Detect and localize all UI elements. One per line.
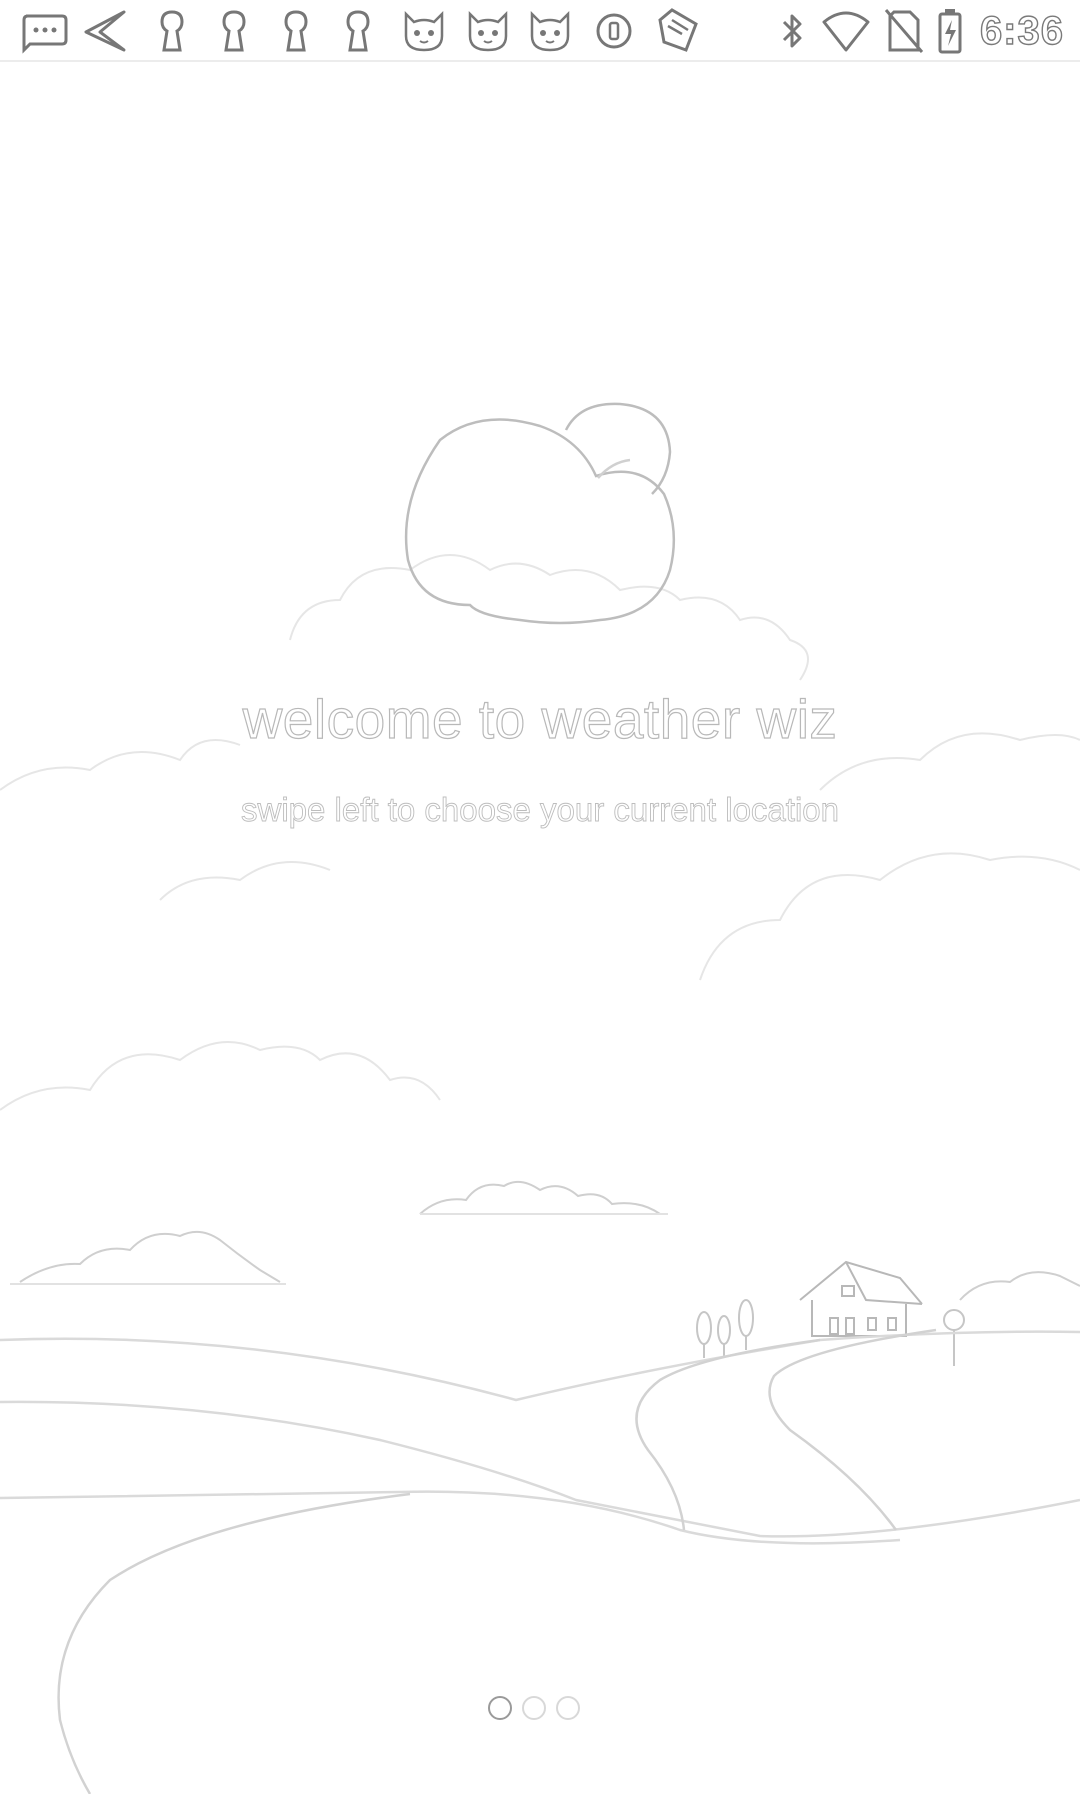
- cloud: [959, 1271, 1080, 1301]
- cat-face-icon: [398, 6, 450, 56]
- swipe-hint-subtitle: swipe left to choose your current locati…: [241, 791, 840, 829]
- background-cloud: [289, 554, 809, 681]
- status-bar-time: 6:36: [979, 8, 1064, 53]
- weather-cloud-sun-icon: [404, 402, 676, 625]
- page-dot[interactable]: [556, 1696, 580, 1720]
- circle-stop-icon: [588, 6, 640, 56]
- status-bar: 6:36: [0, 0, 1080, 62]
- keyhole-icon: [270, 6, 322, 56]
- background-cloud: [699, 852, 1080, 981]
- cloud: [419, 1180, 661, 1215]
- cloud: [19, 1230, 281, 1283]
- background-cloud: [159, 861, 331, 901]
- cat-face-icon: [462, 6, 514, 56]
- background-cloud: [0, 1041, 441, 1111]
- fav-badge-icon: [652, 6, 704, 56]
- welcome-title: welcome to weather wiz: [242, 687, 838, 750]
- wifi-icon: [820, 6, 872, 56]
- battery-charging-icon: [930, 6, 970, 56]
- page-dot-active[interactable]: [488, 1696, 512, 1720]
- keyhole-icon: [208, 6, 260, 56]
- keyhole-icon: [146, 6, 198, 56]
- no-sim-icon: [878, 6, 930, 56]
- keyhole-icon: [332, 6, 384, 56]
- house-illustration: [799, 1260, 923, 1337]
- page-indicator: [484, 1696, 596, 1726]
- hills-illustration: [0, 1330, 1080, 1545]
- landscape-illustration: [0, 62, 1080, 1794]
- chat-bubble-icon: [18, 6, 70, 56]
- weather-wiz-onboarding-screen[interactable]: 6:36 welcome to weather wiz swipe left t…: [0, 0, 1080, 1794]
- send-icon: [80, 6, 132, 56]
- bluetooth-icon: [766, 6, 818, 56]
- cat-face-icon: [524, 6, 576, 56]
- page-dot[interactable]: [522, 1696, 546, 1720]
